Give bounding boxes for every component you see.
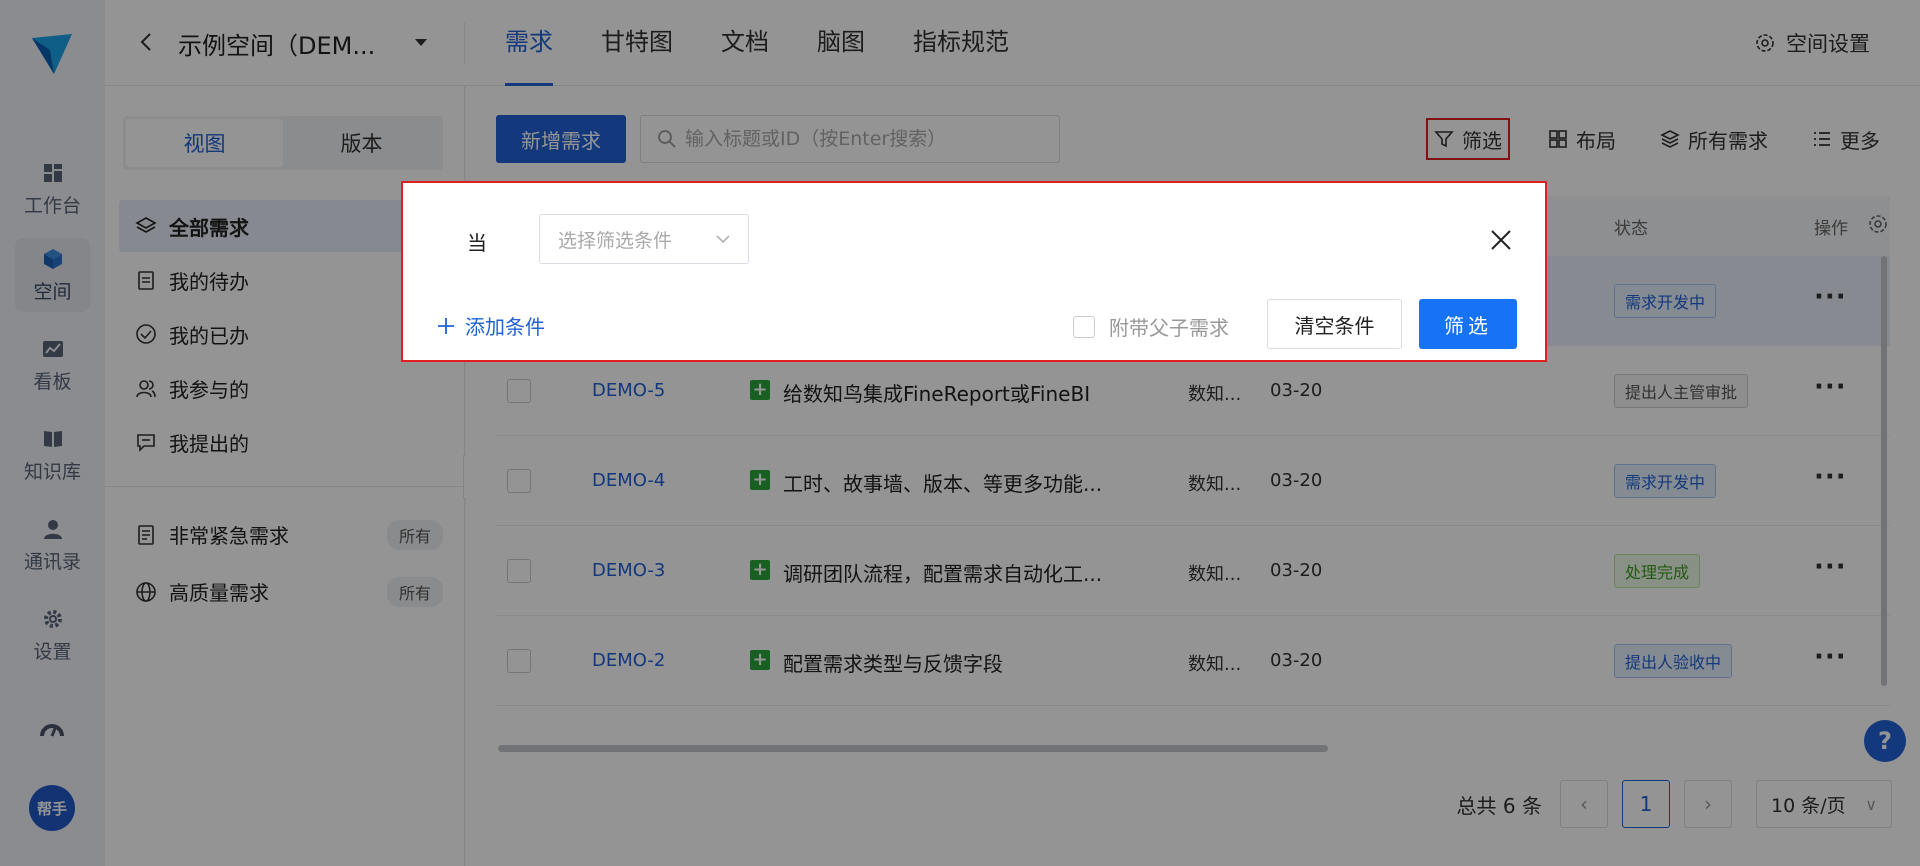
- filter-condition-select[interactable]: 选择筛选条件: [539, 214, 749, 264]
- when-label: 当: [467, 231, 487, 255]
- attach-parent-child-label: 附带父子需求: [1109, 316, 1229, 340]
- apply-filter-button[interactable]: 筛选: [1419, 299, 1517, 349]
- clear-conditions-button[interactable]: 清空条件: [1267, 299, 1402, 349]
- add-condition-label: 添加条件: [465, 315, 545, 339]
- chevron-down-icon: [716, 235, 730, 244]
- attach-parent-child-option: 附带父子需求: [1073, 312, 1229, 341]
- close-icon[interactable]: [1489, 228, 1513, 252]
- select-placeholder: 选择筛选条件: [558, 229, 673, 252]
- plus-icon: [438, 317, 454, 334]
- add-condition-button[interactable]: 添加条件: [437, 311, 545, 340]
- attach-parent-child-checkbox[interactable]: [1073, 315, 1095, 338]
- filter-popup: 当 选择筛选条件 添加条件 附带父子需求 清空条件 筛选: [401, 181, 1547, 362]
- modal-backdrop[interactable]: [0, 0, 1920, 866]
